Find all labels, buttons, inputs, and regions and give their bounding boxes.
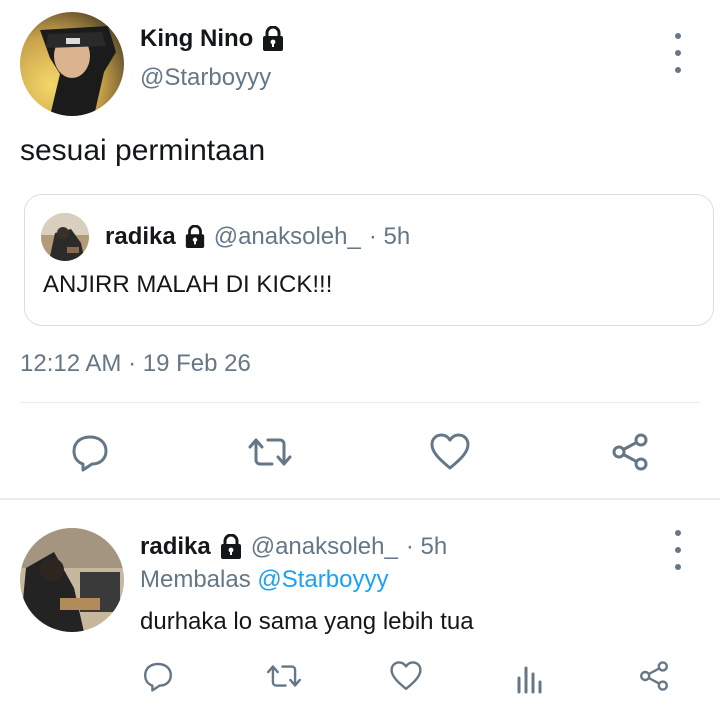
quoted-tweet[interactable]: radika @anaksoleh_ · 5h ANJIRR MALAH DI …: [24, 194, 714, 326]
analytics-icon: [517, 666, 542, 694]
reply-analytics-button[interactable]: [510, 658, 550, 698]
author-name[interactable]: King Nino: [140, 25, 253, 53]
replying-to-handle[interactable]: @Starboyyy: [257, 566, 388, 593]
quoted-text: ANJIRR MALAH DI KICK!!!: [43, 271, 333, 298]
reply-author-handle[interactable]: @anaksoleh_: [251, 533, 398, 561]
reply-icon: [72, 435, 108, 472]
reply-icon: [144, 662, 172, 692]
reply-avatar-image: [20, 528, 124, 632]
lock-icon: [185, 225, 204, 248]
author-avatar[interactable]: [20, 12, 124, 116]
tweet-timestamp: 12:12 AM · 19 Feb 26: [20, 350, 251, 377]
author-handle[interactable]: @Starboyyy: [140, 64, 271, 92]
reply-button[interactable]: [66, 428, 114, 476]
section-divider: [0, 498, 720, 500]
divider: [20, 402, 700, 403]
like-icon: [390, 661, 422, 690]
reply-time: · 5h: [405, 533, 448, 560]
share-icon: [612, 433, 648, 471]
reply-menu-icon[interactable]: [666, 530, 690, 570]
quoted-avatar-image: [41, 213, 89, 261]
tweet-text: sesuai permintaan: [20, 134, 266, 167]
quoted-author-name: radika: [105, 223, 176, 250]
lock-icon: [220, 534, 241, 559]
lock-icon: [263, 26, 284, 51]
quoted-author-avatar: [41, 213, 89, 261]
like-button[interactable]: [426, 428, 474, 476]
retweet-icon: [266, 665, 302, 687]
reply-author-name[interactable]: radika: [140, 533, 211, 561]
reply-retweet-button[interactable]: [262, 656, 306, 696]
quoted-time: · 5h: [368, 223, 411, 250]
retweet-button[interactable]: [245, 428, 295, 476]
share-icon: [640, 661, 668, 691]
reply-reply-button[interactable]: [138, 656, 178, 696]
reply-text: durhaka lo sama yang lebih tua: [140, 608, 474, 635]
replying-to-prefix: Membalas: [140, 566, 251, 593]
quoted-author-handle: @anaksoleh_: [213, 223, 361, 250]
retweet-icon: [248, 438, 292, 466]
like-icon: [430, 433, 470, 470]
reply-share-button[interactable]: [634, 656, 674, 696]
reply-like-button[interactable]: [386, 656, 426, 696]
author-avatar-image: [20, 12, 124, 116]
reply-author-avatar[interactable]: [20, 528, 124, 632]
tweet-menu-icon[interactable]: [666, 33, 690, 73]
share-button[interactable]: [606, 428, 654, 476]
replying-to: Membalas @Starboyyy: [140, 566, 388, 594]
